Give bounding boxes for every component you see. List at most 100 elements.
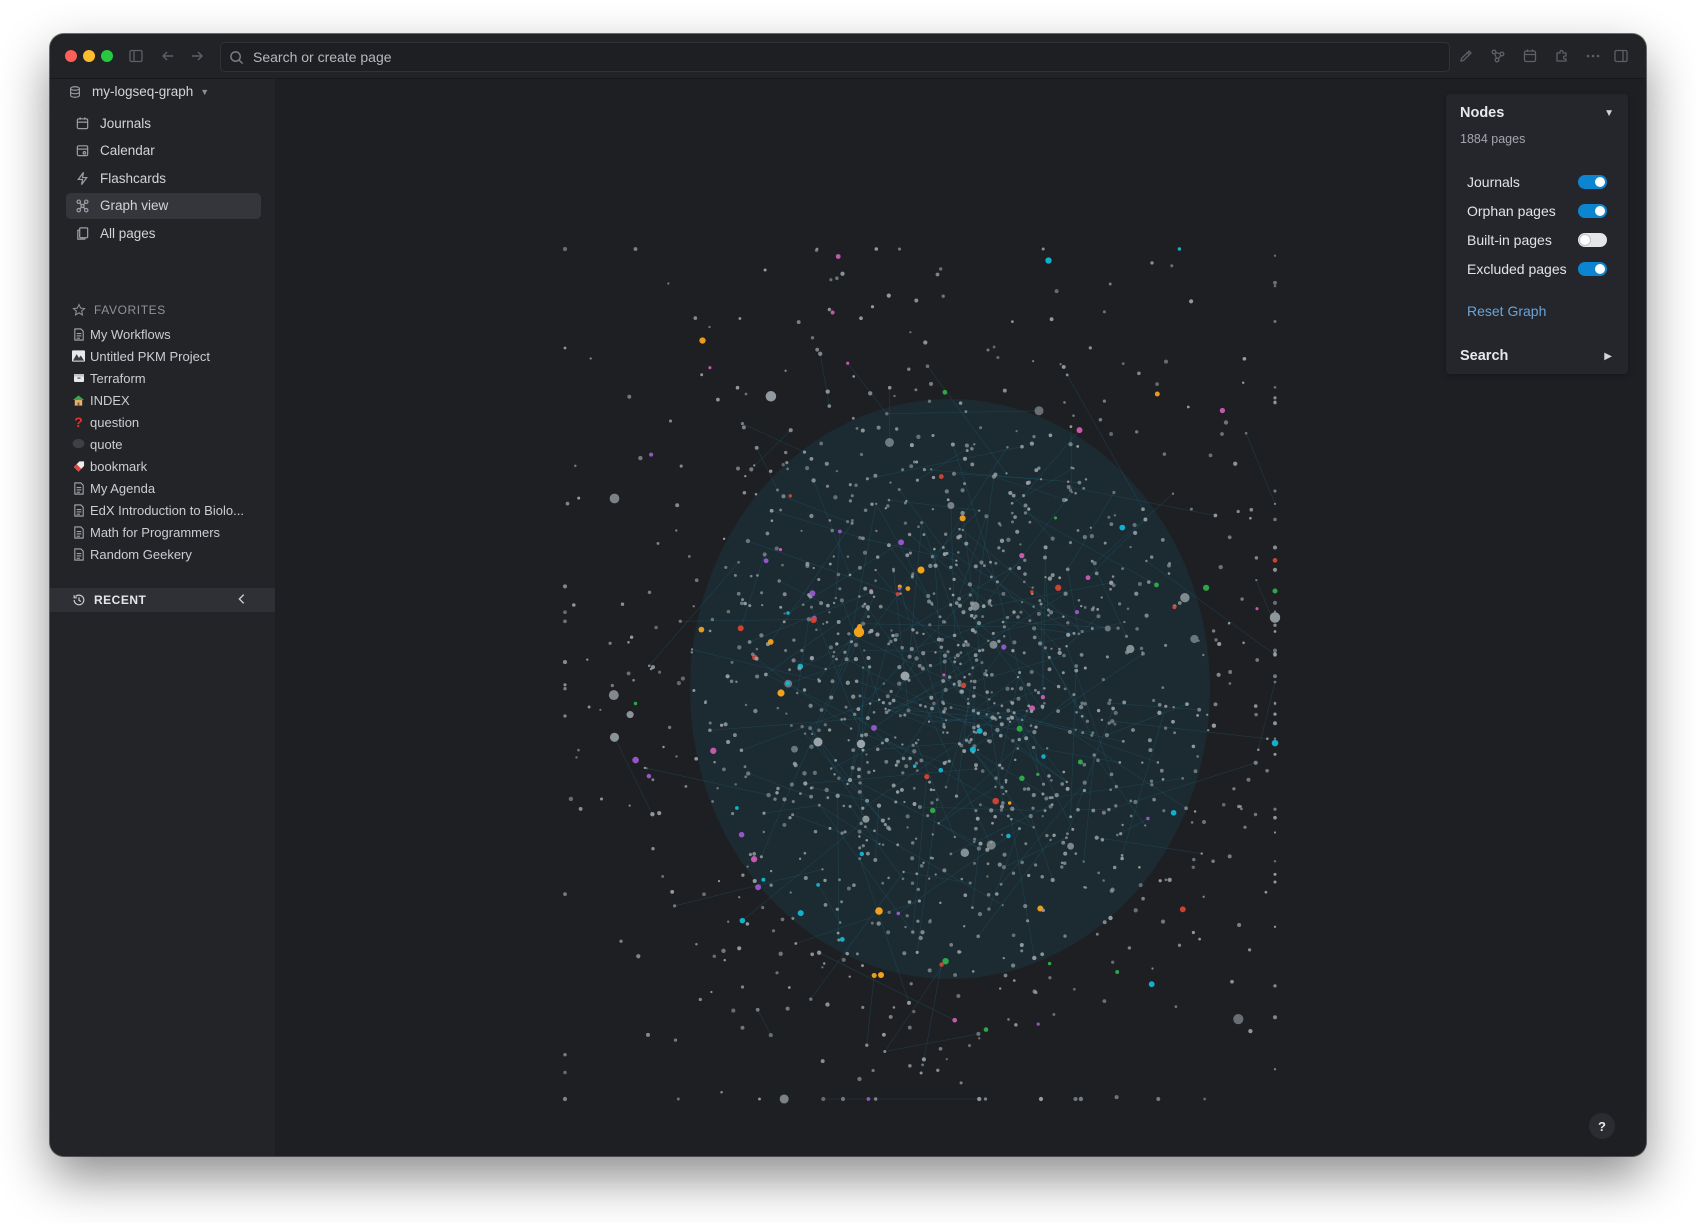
graph-node[interactable] [876, 425, 881, 430]
graph-node[interactable] [1271, 739, 1279, 747]
graph-node[interactable] [944, 719, 948, 722]
graph-node[interactable] [902, 870, 905, 874]
graph-node[interactable] [1082, 860, 1085, 863]
graph-node[interactable] [1063, 401, 1066, 404]
graph-node[interactable] [1214, 638, 1218, 642]
graph-node[interactable] [562, 246, 568, 252]
graph-node[interactable] [1133, 530, 1138, 535]
graph-node[interactable] [724, 565, 728, 569]
graph-node[interactable] [1085, 575, 1091, 581]
graph-node[interactable] [840, 718, 844, 721]
graph-node[interactable] [1006, 814, 1010, 818]
graph-node[interactable] [785, 1006, 790, 1011]
graph-node[interactable] [1048, 433, 1053, 438]
graph-node[interactable] [823, 903, 828, 907]
graph-node[interactable] [1129, 799, 1133, 803]
graph-node[interactable] [993, 716, 997, 720]
graph-node[interactable] [932, 788, 936, 792]
graph-node[interactable] [1163, 726, 1168, 730]
graph-node[interactable] [702, 892, 706, 897]
graph-node[interactable] [1109, 888, 1114, 894]
graph-node[interactable] [1171, 719, 1175, 724]
graph-node[interactable] [834, 759, 837, 762]
graph-node[interactable] [1253, 704, 1258, 708]
graph-node[interactable] [1074, 852, 1078, 855]
graph-node[interactable] [1043, 809, 1047, 813]
graph-node[interactable] [1005, 472, 1008, 475]
graph-node[interactable] [886, 293, 891, 298]
graph-node[interactable] [1039, 602, 1043, 606]
graph-node[interactable] [1102, 999, 1107, 1004]
graph-node[interactable] [846, 555, 850, 558]
graph-node[interactable] [840, 831, 844, 835]
graph-node[interactable] [1193, 810, 1197, 813]
graph-node[interactable] [1272, 588, 1278, 594]
graph-node[interactable] [1273, 648, 1277, 653]
graph-node[interactable] [839, 598, 845, 603]
graph-node[interactable] [1024, 736, 1029, 741]
graph-node[interactable] [848, 499, 853, 503]
favorite-item[interactable]: Math for Programmers [72, 521, 262, 543]
graph-node[interactable] [690, 648, 694, 651]
graph-node[interactable] [1144, 824, 1147, 827]
graph-node[interactable] [739, 917, 746, 924]
graph-node[interactable] [979, 426, 983, 430]
graph-node[interactable] [1063, 687, 1067, 691]
graph-node[interactable] [876, 921, 881, 926]
graph-node[interactable] [632, 678, 635, 682]
graph-node[interactable] [939, 267, 943, 271]
graph-node[interactable] [858, 835, 861, 838]
graph-node[interactable] [1096, 758, 1100, 763]
graph-node[interactable] [905, 553, 910, 558]
graph-node[interactable] [746, 865, 749, 868]
graph-node[interactable] [1273, 517, 1277, 522]
graph-node[interactable] [848, 804, 852, 808]
graph-node[interactable] [1036, 772, 1040, 777]
graph-node[interactable] [974, 809, 978, 813]
graph-node[interactable] [892, 1006, 896, 1009]
graph-node[interactable] [832, 601, 836, 605]
graph-node[interactable] [886, 543, 891, 548]
graph-node[interactable] [909, 331, 912, 334]
graph-node[interactable] [1015, 429, 1018, 433]
graph-node[interactable] [753, 464, 756, 467]
graph-node[interactable] [1228, 670, 1233, 674]
graph-node[interactable] [1191, 930, 1195, 935]
graph-node[interactable] [670, 890, 675, 894]
graph-node[interactable] [872, 769, 876, 772]
graph-node[interactable] [898, 539, 905, 546]
graph-node[interactable] [1107, 721, 1111, 725]
graph-node[interactable] [868, 630, 872, 634]
graph-node[interactable] [901, 468, 905, 472]
graph-node[interactable] [896, 911, 901, 916]
graph-node[interactable] [747, 640, 752, 644]
graph-node[interactable] [1177, 247, 1182, 251]
graph-node[interactable] [985, 847, 990, 852]
graph-node[interactable] [880, 741, 884, 745]
graph-node[interactable] [1009, 817, 1013, 821]
graph-node[interactable] [725, 674, 730, 679]
graph-hub-node[interactable] [917, 566, 925, 574]
graph-node[interactable] [1167, 877, 1172, 883]
graph-node[interactable] [1144, 613, 1149, 618]
graph-node[interactable] [999, 538, 1005, 543]
graph-node[interactable] [1184, 806, 1188, 811]
graph-node[interactable] [1071, 827, 1075, 831]
graph-node[interactable] [919, 1071, 923, 1075]
graph-node[interactable] [1273, 396, 1277, 400]
graph-node[interactable] [744, 474, 747, 478]
graph-node[interactable] [1120, 854, 1124, 857]
graph-node[interactable] [1043, 702, 1046, 705]
graph-node[interactable] [830, 528, 834, 533]
graph-node[interactable] [824, 787, 829, 793]
graph-node[interactable] [809, 590, 816, 597]
graph-node[interactable] [1137, 582, 1142, 586]
graph-node[interactable] [787, 986, 791, 989]
graph-node[interactable] [960, 488, 965, 493]
graph-node[interactable] [1255, 658, 1260, 662]
graph-node[interactable] [958, 401, 963, 405]
graph-node[interactable] [1049, 317, 1054, 322]
graph-node[interactable] [1034, 863, 1038, 867]
graph-node[interactable] [942, 673, 946, 677]
graph-node[interactable] [935, 798, 939, 802]
